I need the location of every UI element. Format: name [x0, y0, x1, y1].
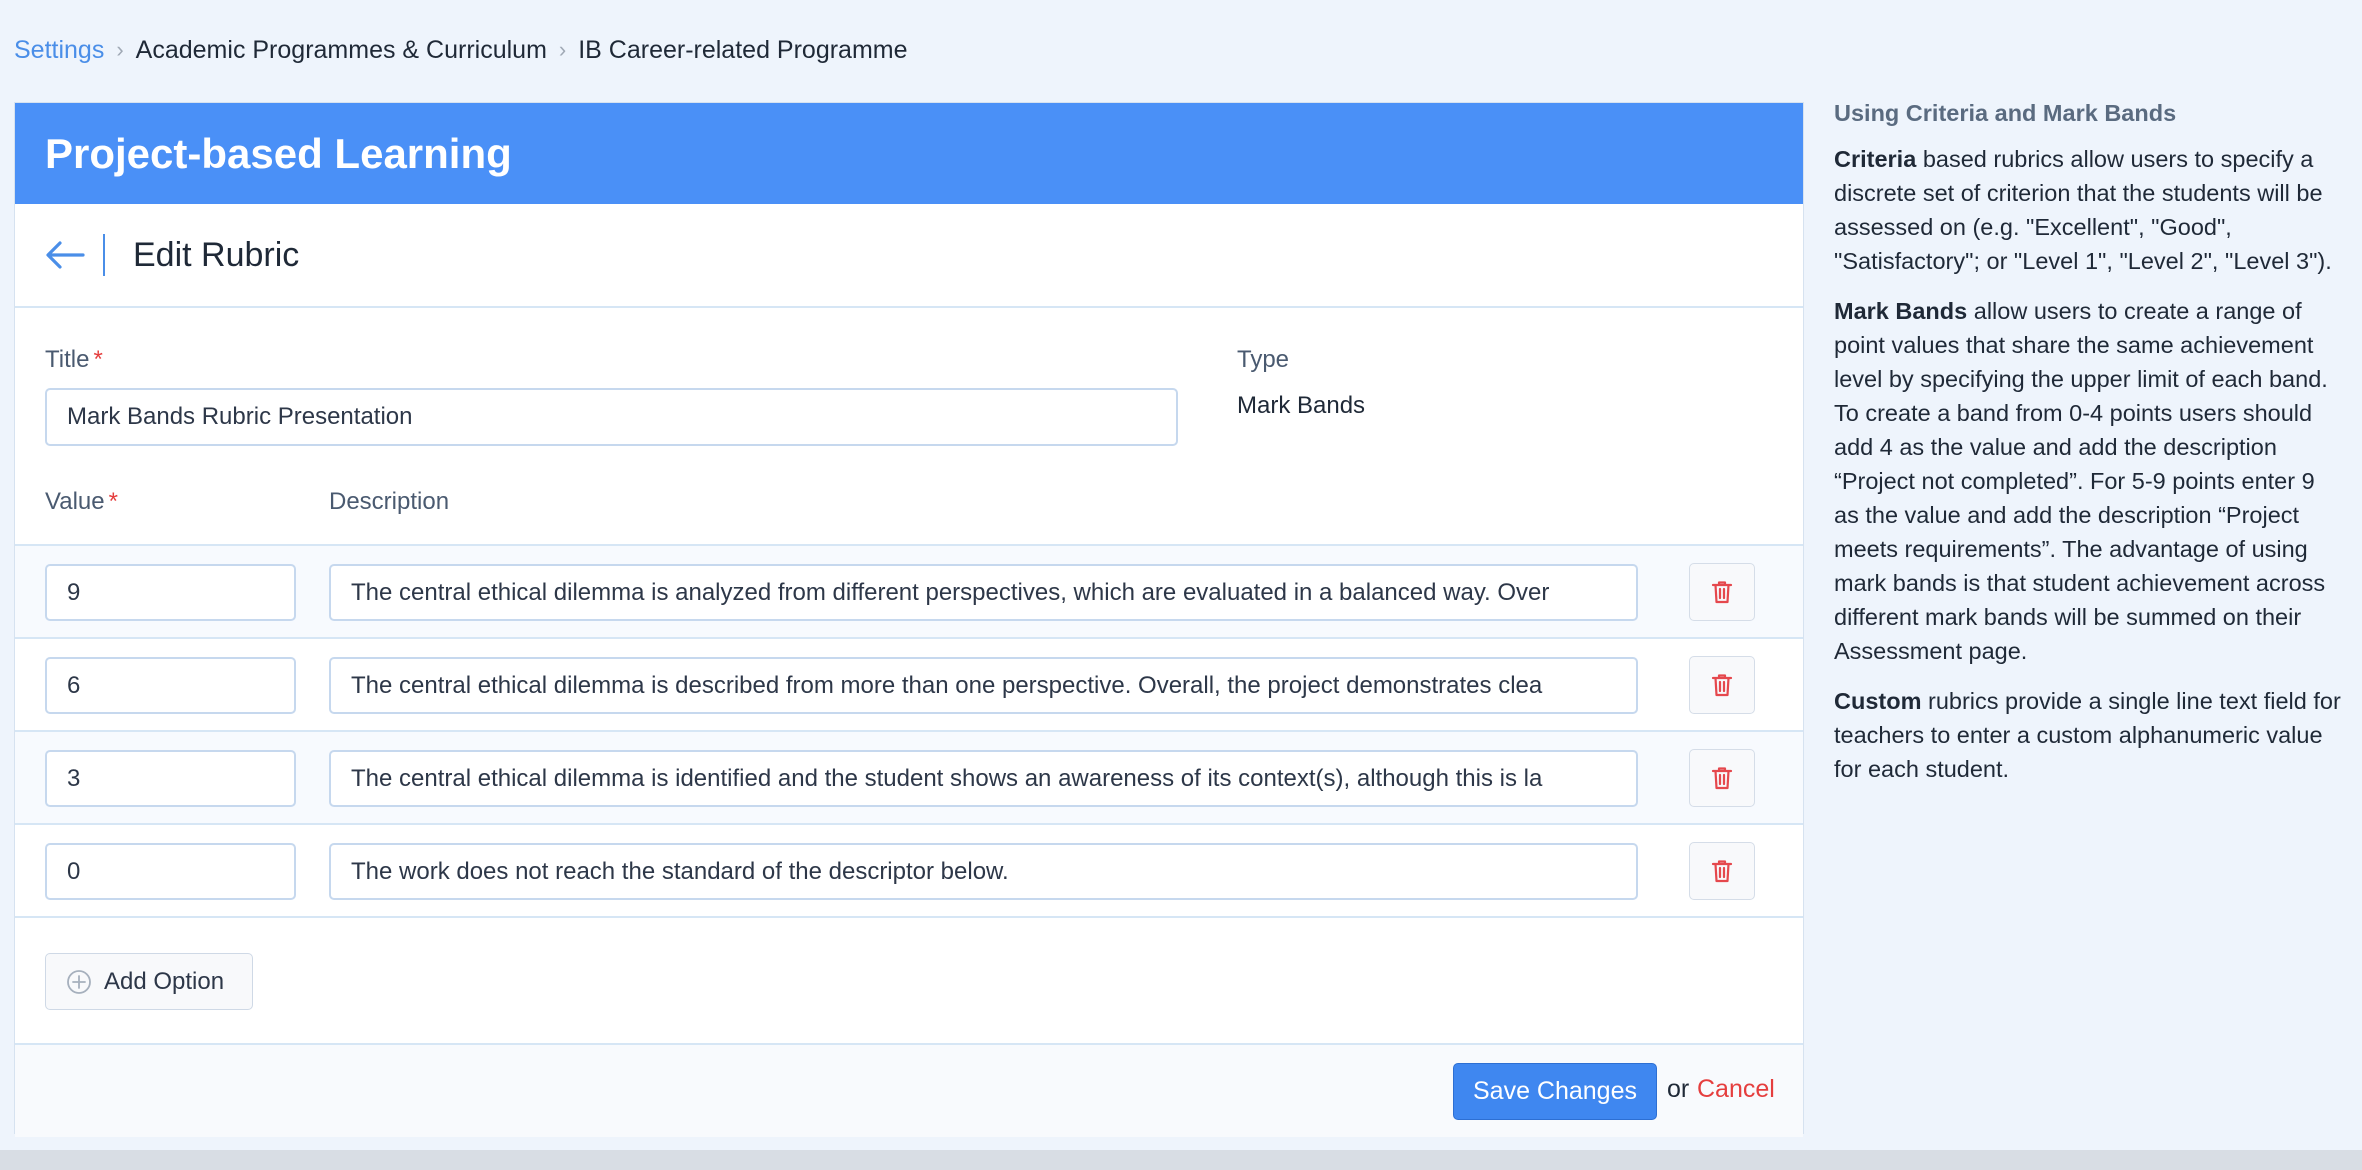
trash-icon [1711, 581, 1733, 604]
divider [103, 234, 105, 276]
custom-term: Custom [1834, 688, 1922, 714]
breadcrumb: Settings › Academic Programmes & Curricu… [14, 34, 908, 66]
markbands-term: Mark Bands [1834, 298, 1968, 324]
help-custom-paragraph: Custom rubrics provide a single line tex… [1834, 684, 2344, 786]
rubric-card: Project-based Learning Edit Rubric Title… [14, 102, 1804, 1137]
help-criteria-paragraph: Criteria based rubrics allow users to sp… [1834, 142, 2344, 278]
criteria-term: Criteria [1834, 146, 1917, 172]
title-input[interactable] [45, 388, 1178, 446]
description-input[interactable] [329, 657, 1638, 714]
required-marker: * [93, 346, 103, 373]
or-text: or [1667, 1075, 1690, 1103]
help-title: Using Criteria and Mark Bands [1834, 100, 2177, 126]
description-column-label: Description [329, 488, 450, 515]
chevron-right-icon: › [116, 37, 124, 62]
description-input[interactable] [329, 750, 1638, 807]
arrow-left-icon [46, 241, 85, 269]
type-value: Mark Bands [1237, 392, 1366, 419]
form-footer: Save Changes or Cancel [15, 1045, 1803, 1137]
trash-icon [1711, 860, 1733, 883]
rubric-form: Title* Type Mark Bands Value* Descriptio… [15, 308, 1803, 544]
chevron-right-icon: › [558, 37, 567, 62]
breadcrumb-academic-programmes[interactable]: Academic Programmes & Curriculum [136, 36, 547, 65]
trash-icon [1711, 674, 1733, 697]
options-list [15, 544, 1803, 918]
title-label: Title * [45, 346, 103, 373]
add-option-button[interactable]: Add Option [45, 953, 253, 1010]
save-changes-button[interactable]: Save Changes [1453, 1063, 1657, 1120]
option-row [15, 546, 1803, 639]
help-panel: Using Criteria and Mark Bands Criteria b… [1834, 96, 2344, 802]
option-row [15, 732, 1803, 825]
value-column-label: Value * [45, 488, 118, 515]
plus-circle-icon [66, 969, 92, 995]
delete-option-button[interactable] [1689, 563, 1755, 621]
delete-option-button[interactable] [1689, 656, 1755, 714]
breadcrumb-settings-link[interactable]: Settings [14, 36, 104, 65]
add-option-label: Add Option [104, 967, 225, 995]
description-input[interactable] [329, 843, 1638, 900]
value-input[interactable] [45, 843, 296, 900]
delete-option-button[interactable] [1689, 842, 1755, 900]
value-input[interactable] [45, 657, 296, 714]
card-header: Project-based Learning [15, 103, 1803, 204]
markbands-text: allow users to create a range of point v… [1834, 298, 2328, 664]
card-title: Project-based Learning [45, 129, 512, 177]
window-bottom-bar [0, 1150, 2362, 1170]
value-input[interactable] [45, 750, 296, 807]
value-input[interactable] [45, 564, 296, 621]
page-title: Edit Rubric [133, 235, 300, 274]
breadcrumb-ib-career-related: IB Career-related Programme [578, 35, 908, 64]
description-input[interactable] [329, 564, 1638, 621]
trash-icon [1711, 767, 1733, 790]
type-label: Type [1237, 346, 1290, 373]
help-markbands-paragraph: Mark Bands allow users to create a range… [1834, 294, 2344, 668]
cancel-link[interactable]: Cancel [1697, 1075, 1775, 1104]
option-row [15, 639, 1803, 732]
delete-option-button[interactable] [1689, 749, 1755, 807]
add-option-area: Add Option [15, 918, 1803, 1045]
edit-bar: Edit Rubric [15, 204, 1803, 308]
required-marker: * [108, 488, 118, 515]
back-button[interactable] [43, 233, 87, 277]
option-row [15, 825, 1803, 918]
